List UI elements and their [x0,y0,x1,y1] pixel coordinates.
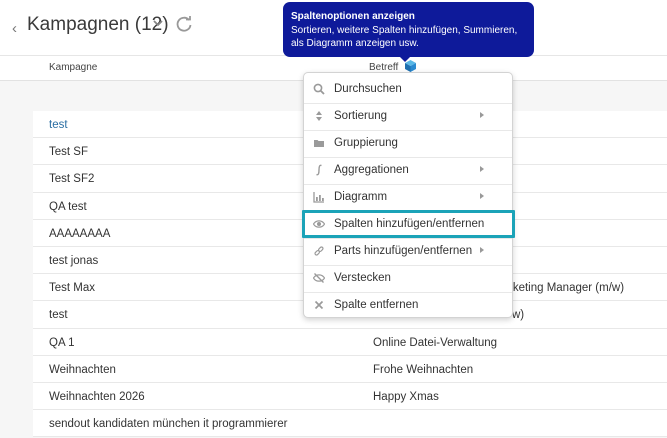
chart-icon [313,192,324,203]
folder-icon [314,140,324,147]
menu-item-sortierung[interactable]: Sortierung [304,103,512,130]
menu-item-spalte-entfernen[interactable]: Spalte entfernen [304,292,512,319]
link-icon [314,246,324,256]
eye-off-icon [313,273,325,283]
close-icon [314,300,324,310]
menu-item-label: Gruppierung [334,137,398,149]
campaign-name: Weihnachten [49,363,116,376]
search-icon [313,83,325,95]
campaign-name: Test Max [49,282,96,295]
campaign-subject: rketing Manager (m/w) [509,282,625,295]
menu-item-label: Durchsuchen [334,83,402,95]
tooltip-title: Spaltenoptionen anzeigen [291,11,415,22]
submenu-arrow-icon [480,112,484,118]
column-options-menu: Durchsuchen Sortierung Gruppierung Aggre… [303,72,513,318]
campaign-name: QA test [49,200,87,213]
campaign-name: sendout kandidaten münchen it programmie… [49,418,288,431]
campaign-name: test jonas [49,254,99,267]
integral-icon [316,164,322,176]
submenu-arrow-icon [480,193,484,199]
menu-item-label: Spalte entfernen [334,299,419,311]
page-title[interactable]: Kampagnen (12) [27,14,169,36]
submenu-arrow-icon [480,247,484,253]
menu-item-durchsuchen[interactable]: Durchsuchen [304,76,512,103]
table-row[interactable]: QA 1 Online Datei-Verwaltung [33,329,667,356]
table-row[interactable]: Weihnachten Frohe Weihnachten [33,356,667,383]
menu-item-aggregationen[interactable]: Aggregationen [304,157,512,184]
tooltip-arrow [399,56,411,62]
column-options-tooltip: Spaltenoptionen anzeigen Sortieren, weit… [283,2,534,57]
campaign-name: Test SF2 [49,173,95,186]
menu-item-verstecken[interactable]: Verstecken [304,265,512,292]
campaign-name: Test SF [49,146,88,159]
refresh-icon[interactable] [175,15,193,33]
submenu-arrow-icon [480,166,484,172]
campaign-name: test [49,309,68,322]
table-row[interactable]: sendout kandidaten münchen it programmie… [33,410,667,438]
campaign-name-link[interactable]: test [49,119,68,131]
campaign-subject: Frohe Weihnachten [373,363,474,376]
menu-item-label: Aggregationen [334,164,409,176]
menu-item-label: Parts hinzufügen/entfernen [334,245,473,257]
chevron-down-icon[interactable] [152,17,164,29]
menu-item-gruppierung[interactable]: Gruppierung [304,130,512,157]
highlight-frame [302,210,515,238]
menu-item-label: Sortierung [334,110,388,122]
campaign-subject: Online Datei-Verwaltung [373,336,498,349]
column-header-kampagne[interactable]: Kampagne [49,62,97,73]
chevron-left-icon[interactable]: ‹ [12,20,17,37]
menu-item-diagramm[interactable]: Diagramm [304,184,512,211]
menu-item-label: Verstecken [334,272,391,284]
menu-item-label: Diagramm [334,191,388,203]
campaign-subject: Happy Xmas [373,390,439,403]
tooltip-body: Sortieren, weitere Spalten hinzufügen, S… [291,24,518,50]
campaign-name: QA 1 [49,336,75,349]
sort-icon [316,111,322,121]
campaign-name: Weihnachten 2026 [49,390,145,403]
campaign-subject: w) [512,309,525,322]
campaign-name: AAAAAAAA [49,227,111,240]
table-row[interactable]: Weihnachten 2026 Happy Xmas [33,383,667,411]
menu-item-parts-hinzufuegen[interactable]: Parts hinzufügen/entfernen [304,238,512,265]
